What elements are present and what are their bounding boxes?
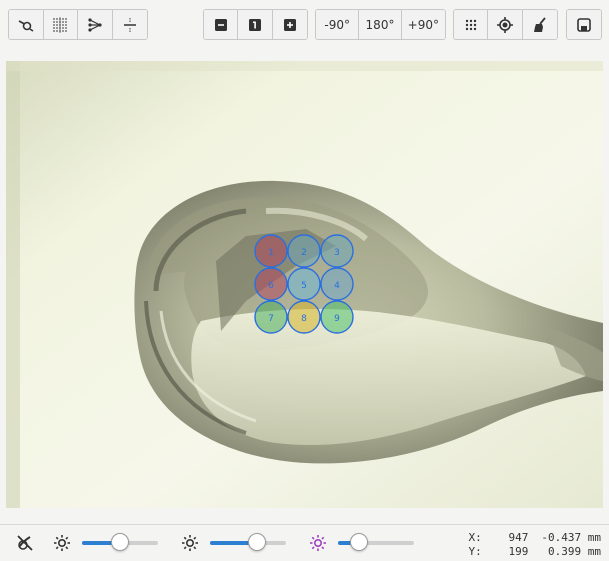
brightness-slider-handle[interactable]	[111, 533, 129, 551]
grid-overlay-button[interactable]	[454, 10, 489, 39]
save-button[interactable]	[567, 10, 601, 39]
y-mm-value: 0.399 mm	[548, 545, 601, 558]
grid-cell[interactable]: 7	[254, 300, 288, 334]
grid-cell[interactable]: 4	[320, 267, 354, 301]
grid-dots-button[interactable]	[43, 10, 78, 39]
center-target-button[interactable]	[488, 10, 523, 39]
crossed-pen-icon	[17, 535, 33, 551]
brightness-slider[interactable]	[82, 533, 158, 551]
bottom-bar: X: 947 -0.437 mm Y: 199 0.399 mm	[0, 525, 609, 561]
camera-image: 1 2 3 6 5 4 7 8 9	[6, 61, 603, 508]
sun-icon	[182, 535, 198, 551]
grid-cell[interactable]: 9	[320, 300, 354, 334]
grid-cell-label: 9	[334, 314, 340, 324]
grid-cell[interactable]: 3	[320, 234, 354, 268]
top-toolbar: -90° 180° +90°	[0, 0, 609, 52]
divide-tool-button[interactable]	[112, 10, 147, 39]
rotate-group: -90° 180° +90°	[315, 9, 446, 40]
dot-grid-icon	[53, 16, 68, 33]
rotate-180-button[interactable]: 180°	[359, 10, 402, 39]
rotate-plus-90-button[interactable]: +90°	[401, 10, 445, 39]
broom-icon	[533, 16, 546, 32]
zoom-reset-button[interactable]	[238, 10, 273, 39]
grid-cell-label: 1	[268, 248, 274, 258]
camera-image-viewer[interactable]: 1 2 3 6 5 4 7 8 9	[6, 61, 603, 508]
tool-group-left	[8, 9, 148, 40]
x-mm-value: -0.437 mm	[541, 531, 601, 544]
grid-cell-label: 8	[301, 314, 307, 324]
save-icon	[577, 17, 591, 32]
crosshair-tool-icon	[18, 19, 34, 32]
sun-icon	[54, 535, 70, 551]
crosshair-tool-button[interactable]	[9, 10, 44, 39]
branch-tool-button[interactable]	[78, 10, 113, 39]
y-pixel-value: 199	[508, 545, 529, 558]
nine-dot-grid-icon	[465, 19, 476, 30]
save-group	[566, 9, 602, 40]
highlight-slider-handle[interactable]	[350, 533, 369, 551]
grid-cell-label: 3	[334, 248, 340, 258]
grid-cell-label: 6	[268, 281, 274, 291]
grid-cell[interactable]: 5	[287, 267, 321, 301]
y-label: Y:	[468, 545, 482, 558]
contrast-slider-handle[interactable]	[248, 533, 267, 551]
zoom-out-button[interactable]	[204, 10, 239, 39]
grid-cell[interactable]: 2	[287, 234, 321, 268]
target-icon	[497, 16, 514, 33]
light-icon	[310, 535, 326, 551]
brightness-label	[53, 534, 71, 552]
highlight-label	[309, 534, 327, 552]
no-annotations-button[interactable]	[16, 534, 34, 552]
grid-cell-label: 2	[301, 248, 307, 258]
highlight-slider[interactable]	[338, 533, 414, 551]
x-label: X:	[468, 531, 482, 544]
x-pixel-value: 947	[508, 531, 529, 544]
grid-cell[interactable]: 1	[254, 234, 288, 268]
branch-icon	[88, 17, 102, 32]
contrast-slider[interactable]	[210, 533, 286, 551]
rotate-minus-90-button[interactable]: -90°	[316, 10, 360, 39]
grid-cell-label: 4	[334, 281, 340, 291]
zoom-in-button[interactable]	[272, 10, 307, 39]
grid-cell-label: 7	[268, 314, 274, 324]
overlay-group	[453, 9, 558, 40]
one-to-one-icon	[249, 18, 262, 31]
divide-icon	[123, 17, 136, 32]
grid-cell-label: 5	[301, 281, 307, 291]
zoom-group	[203, 9, 308, 40]
sample-grid[interactable]: 1 2 3 6 5 4 7 8 9	[254, 234, 354, 334]
plus-square-icon	[283, 18, 296, 31]
minus-square-icon	[214, 18, 227, 31]
grid-cell[interactable]: 6	[254, 267, 288, 301]
grid-cell[interactable]: 8	[287, 300, 321, 334]
clear-button[interactable]	[522, 10, 557, 39]
cursor-coordinates: X: 947 -0.437 mm Y: 199 0.399 mm	[469, 531, 602, 559]
contrast-label	[181, 534, 199, 552]
